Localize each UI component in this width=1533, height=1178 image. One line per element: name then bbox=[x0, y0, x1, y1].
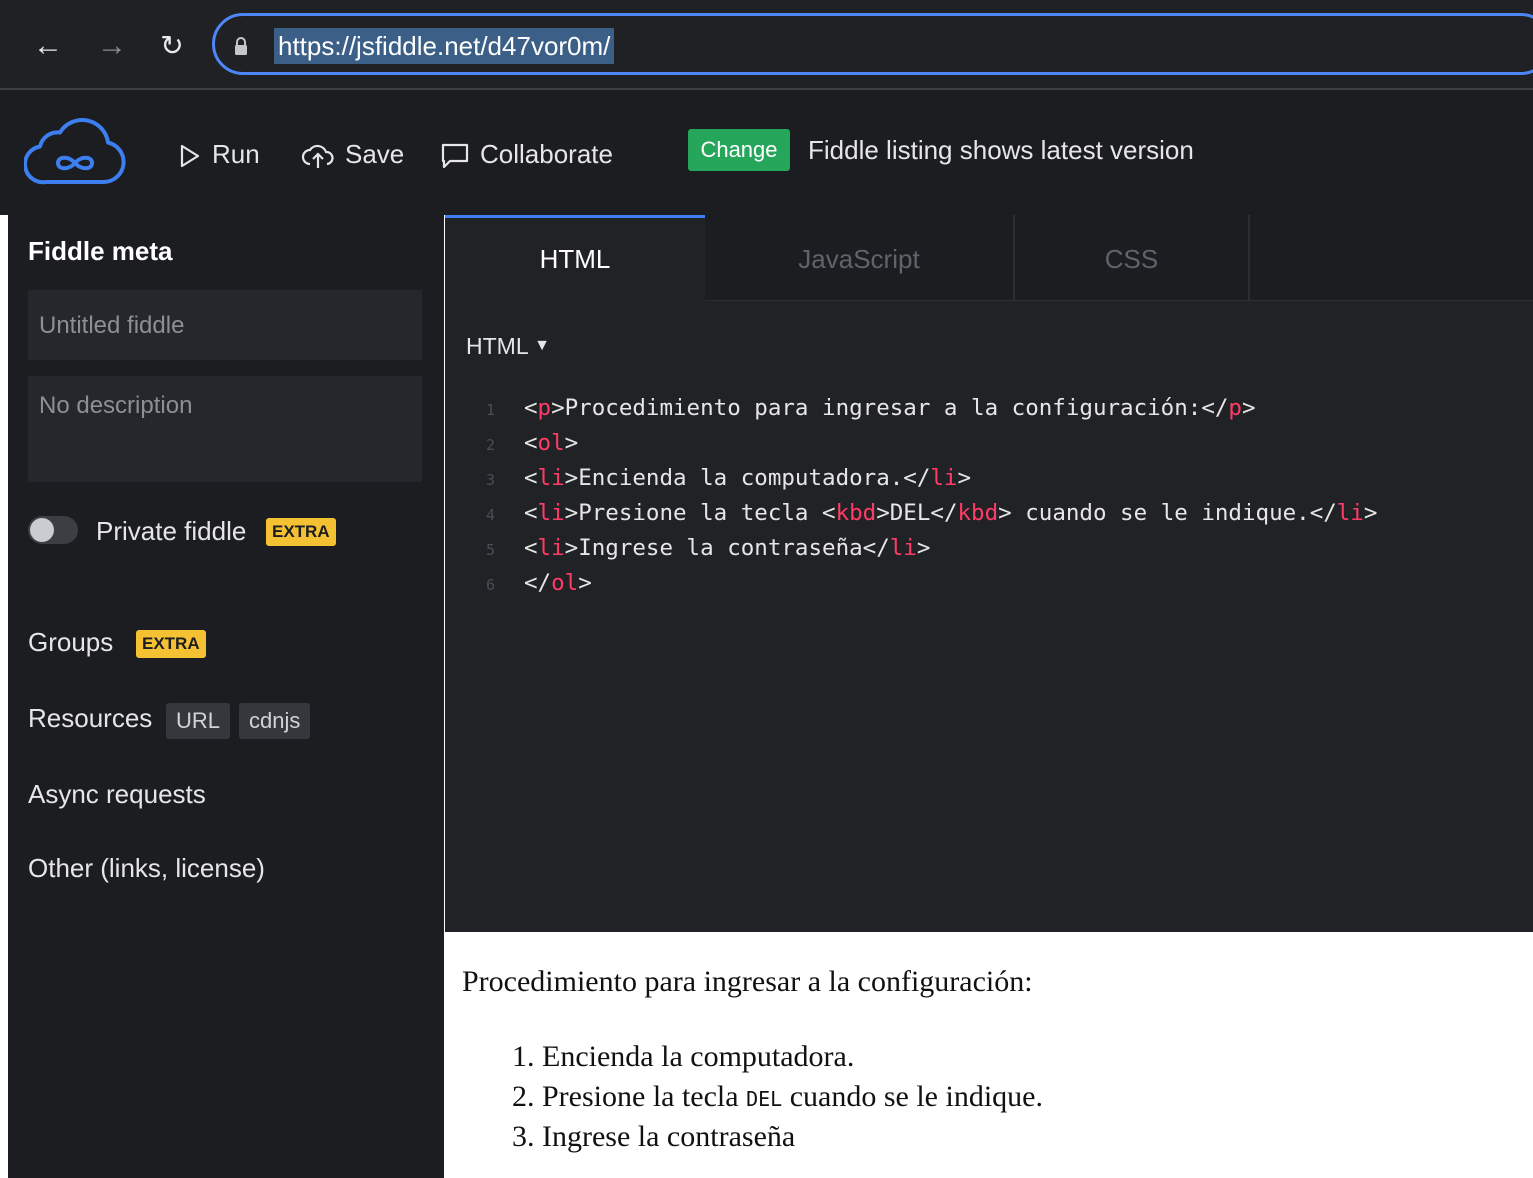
list-item-text: Encienda la computadora. bbox=[542, 1040, 855, 1073]
save-button[interactable]: Save bbox=[301, 135, 404, 173]
listing-notice: Fiddle listing shows latest version bbox=[808, 135, 1194, 165]
code-text: <li>Ingrese la contraseña</li> bbox=[524, 535, 931, 561]
groups-link[interactable]: Groups bbox=[28, 627, 113, 658]
result-list-item: 1. Encienda la computadora. bbox=[512, 1040, 854, 1074]
resources-link[interactable]: Resources bbox=[28, 703, 152, 734]
tab-css[interactable]: CSS bbox=[1015, 215, 1250, 301]
cloud-upload-icon bbox=[301, 145, 334, 169]
list-number: 1. bbox=[512, 1040, 535, 1073]
run-button[interactable]: Run bbox=[178, 135, 260, 173]
code-text: <p>Procedimiento para ingresar a la conf… bbox=[524, 395, 1256, 421]
async-requests-link[interactable]: Async requests bbox=[28, 779, 206, 810]
run-label: Run bbox=[212, 139, 260, 169]
lock-icon bbox=[235, 37, 247, 55]
collaborate-label: Collaborate bbox=[480, 139, 613, 169]
result-list-item: 3. Ingrese la contraseña bbox=[512, 1120, 795, 1154]
result-paragraph: Procedimiento para ingresar a la configu… bbox=[462, 965, 1033, 998]
back-arrow-icon[interactable]: ← bbox=[28, 28, 68, 64]
line-number: 6 bbox=[486, 576, 496, 594]
line-number: 4 bbox=[486, 506, 496, 524]
code-text: </ol> bbox=[524, 570, 592, 596]
kbd-key: DEL bbox=[746, 1087, 783, 1111]
code-line[interactable]: 6 </ol> bbox=[486, 565, 592, 601]
language-label: HTML bbox=[466, 333, 528, 359]
window-edge bbox=[0, 215, 8, 1178]
code-line[interactable]: 3 <li>Encienda la computadora.</li> bbox=[486, 460, 971, 496]
list-number: 3. bbox=[512, 1120, 535, 1153]
forward-arrow-icon[interactable]: → bbox=[92, 28, 132, 64]
list-number: 2. bbox=[512, 1080, 535, 1113]
code-text: <ol> bbox=[524, 430, 579, 456]
private-fiddle-label: Private fiddle bbox=[96, 516, 247, 546]
url-text[interactable]: https://jsfiddle.net/d47vor0m/ bbox=[274, 28, 615, 64]
code-line[interactable]: 1 <p>Procedimiento para ingresar a la con… bbox=[486, 390, 1256, 426]
jsfiddle-logo-icon[interactable] bbox=[24, 116, 126, 186]
play-icon bbox=[180, 145, 200, 168]
tab-javascript[interactable]: JavaScript bbox=[705, 215, 1015, 301]
line-number: 5 bbox=[486, 541, 496, 559]
line-number: 2 bbox=[486, 436, 496, 454]
code-text: <li>Encienda la computadora.</li> bbox=[524, 465, 972, 491]
list-item-text: Ingrese la contraseña bbox=[542, 1120, 796, 1153]
resources-url-button[interactable]: URL bbox=[166, 703, 231, 739]
code-text: <li>Presione la tecla <kbd>DEL</kbd> cua… bbox=[524, 500, 1378, 526]
html-editor-panel[interactable] bbox=[445, 215, 1533, 932]
reload-icon[interactable]: ↻ bbox=[152, 28, 192, 64]
code-line[interactable]: 2 <ol> bbox=[486, 425, 578, 461]
fiddle-title-input[interactable]: Untitled fiddle bbox=[28, 290, 422, 360]
collaborate-button[interactable]: Collaborate bbox=[440, 135, 613, 173]
caret-down-icon: ▼ bbox=[534, 337, 550, 354]
result-list-item: 2. Presione la tecla DEL cuando se le in… bbox=[512, 1080, 1043, 1114]
private-toggle-knob bbox=[30, 518, 54, 542]
chat-bubble-icon bbox=[441, 144, 469, 169]
private-extra-badge: EXTRA bbox=[266, 518, 336, 546]
language-dropdown[interactable]: HTML ▼ bbox=[466, 330, 550, 362]
list-item-text: cuando se le indique. bbox=[789, 1080, 1043, 1113]
fiddle-description-input[interactable]: No description bbox=[28, 376, 422, 482]
sidebar-title: Fiddle meta bbox=[28, 236, 173, 266]
groups-extra-badge: EXTRA bbox=[136, 630, 206, 658]
save-label: Save bbox=[345, 139, 405, 169]
tab-html[interactable]: HTML bbox=[445, 215, 705, 301]
line-number: 3 bbox=[486, 471, 496, 489]
change-button[interactable]: Change bbox=[688, 129, 790, 171]
resources-cdnjs-button[interactable]: cdnjs bbox=[239, 703, 311, 739]
code-line[interactable]: 4 <li>Presione la tecla <kbd>DEL</kbd> cu… bbox=[486, 495, 1377, 531]
line-number: 1 bbox=[486, 401, 496, 419]
other-links-license-link[interactable]: Other (links, license) bbox=[28, 853, 265, 884]
code-line[interactable]: 5 <li>Ingrese la contraseña</li> bbox=[486, 530, 930, 566]
list-item-text: Presione la tecla bbox=[542, 1080, 739, 1113]
